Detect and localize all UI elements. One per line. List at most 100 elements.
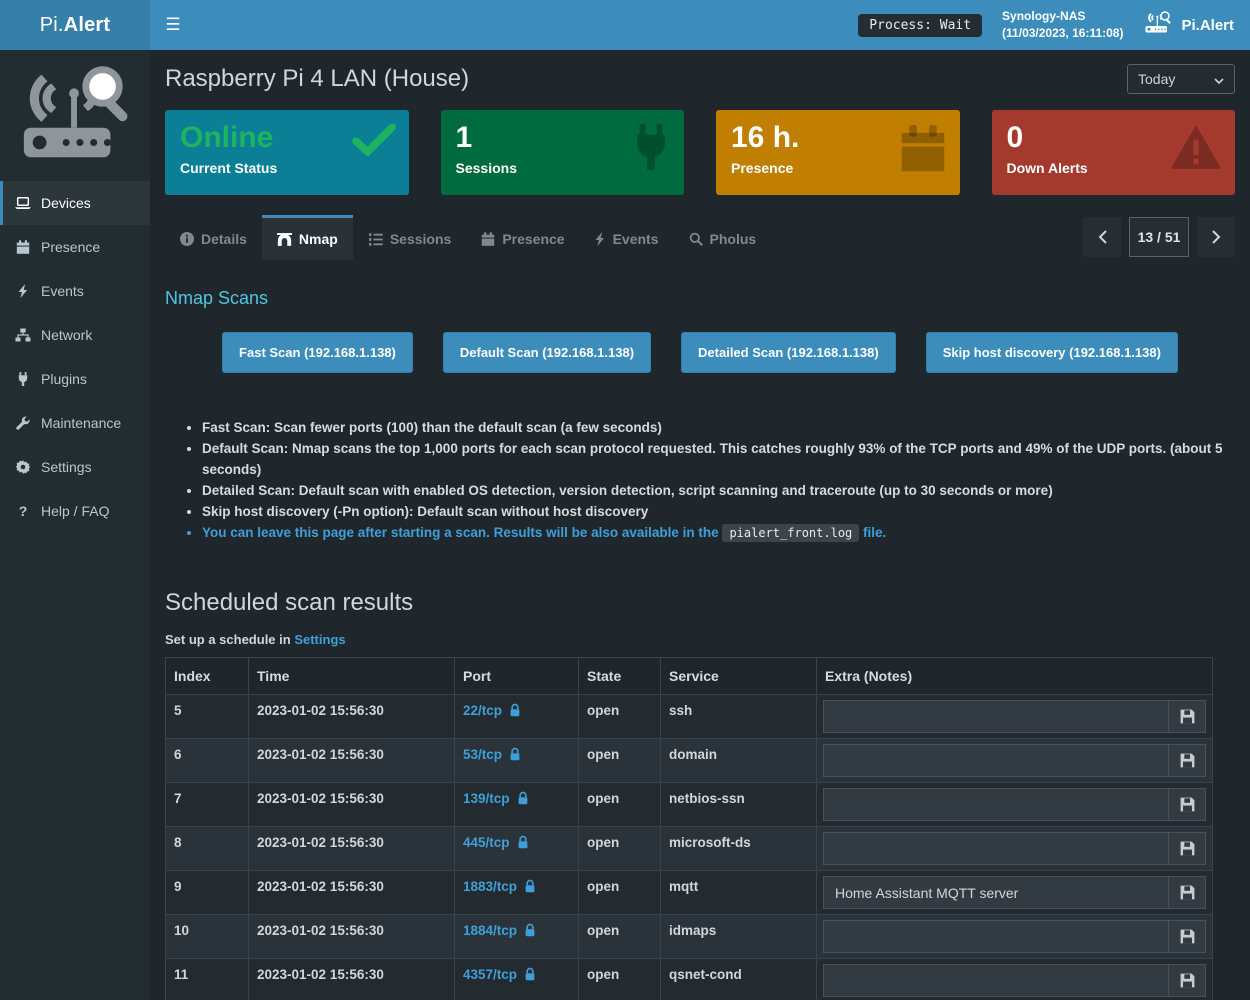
scan-results-table: IndexTimePortStateServiceExtra (Notes) 5… xyxy=(165,657,1213,1000)
schedule-subtext: Set up a schedule in Settings xyxy=(165,632,1235,647)
note-input-group xyxy=(823,876,1206,909)
note-input-group xyxy=(823,700,1206,733)
cell-index: 8 xyxy=(166,827,249,871)
scan-button-2[interactable]: Detailed Scan (192.168.1.138) xyxy=(681,332,896,373)
brand-prefix: Pi. xyxy=(40,14,64,37)
note-input[interactable] xyxy=(823,744,1168,777)
note-input-group xyxy=(823,920,1206,953)
status-card-down-alerts: 0Down Alerts xyxy=(992,110,1236,195)
cell-index: 10 xyxy=(166,915,249,959)
cell-port: 445/tcp xyxy=(455,827,579,871)
sidebar-item-label: Plugins xyxy=(41,371,87,387)
sidebar-item-events[interactable]: Events xyxy=(0,269,150,313)
scan-info-bullet: Default Scan: Nmap scans the top 1,000 p… xyxy=(202,438,1235,480)
note-input[interactable] xyxy=(823,700,1168,733)
warning-icon xyxy=(1170,124,1222,175)
info-icon xyxy=(180,232,194,246)
save-note-button[interactable] xyxy=(1168,744,1206,777)
period-select[interactable]: Today xyxy=(1127,64,1235,94)
scan-log-note: You can leave this page after starting a… xyxy=(202,522,1235,544)
cell-index: 11 xyxy=(166,959,249,1000)
note-input-group xyxy=(823,744,1206,777)
sidebar-toggle-button[interactable]: ☰ xyxy=(150,0,196,50)
sidebar-item-network[interactable]: Network xyxy=(0,313,150,357)
port-link[interactable]: 445/tcp xyxy=(463,835,510,850)
save-note-button[interactable] xyxy=(1168,876,1206,909)
cell-port: 1883/tcp xyxy=(455,871,579,915)
scheduled-results-heading: Scheduled scan results xyxy=(165,589,1235,617)
top-navbar: Pi.Alert ☰ Process: Wait Synology-NAS (1… xyxy=(0,0,1250,50)
save-note-button[interactable] xyxy=(1168,788,1206,821)
sidebar-item-label: Network xyxy=(41,327,92,343)
tab-sessions[interactable]: Sessions xyxy=(353,215,466,260)
table-row: 112023-01-02 15:56:304357/tcpopenqsnet-c… xyxy=(166,959,1213,1000)
note-input[interactable] xyxy=(823,964,1168,997)
cell-note xyxy=(817,959,1213,1000)
port-link[interactable]: 139/tcp xyxy=(463,791,510,806)
save-note-button[interactable] xyxy=(1168,964,1206,997)
brand-logo[interactable]: Pi.Alert xyxy=(0,0,150,50)
search-icon xyxy=(689,232,703,246)
sidebar-item-presence[interactable]: Presence xyxy=(0,225,150,269)
brand-bold: Alert xyxy=(64,14,111,37)
port-link[interactable]: 4357/tcp xyxy=(463,967,517,982)
tab-events[interactable]: Events xyxy=(580,215,674,260)
plug-icon xyxy=(631,124,671,175)
save-note-button[interactable] xyxy=(1168,700,1206,733)
tab-presence[interactable]: Presence xyxy=(466,215,579,260)
laptop-icon xyxy=(14,196,32,210)
next-device-button[interactable] xyxy=(1197,217,1235,257)
note-input[interactable] xyxy=(823,788,1168,821)
tab-label: Details xyxy=(201,231,247,247)
cell-state: open xyxy=(579,739,661,783)
cell-service: microsoft-ds xyxy=(661,827,817,871)
note-input[interactable] xyxy=(823,832,1168,865)
save-note-button[interactable] xyxy=(1168,920,1206,953)
tab-nmap[interactable]: Nmap xyxy=(262,215,353,260)
cell-service: domain xyxy=(661,739,817,783)
tab-label: Events xyxy=(613,231,659,247)
save-note-button[interactable] xyxy=(1168,832,1206,865)
cell-service: ssh xyxy=(661,695,817,739)
pialert-router-icon xyxy=(1143,10,1173,40)
table-row: 72023-01-02 15:56:30139/tcpopennetbios-s… xyxy=(166,783,1213,827)
port-link[interactable]: 53/tcp xyxy=(463,747,502,762)
tab-details[interactable]: Details xyxy=(165,215,262,260)
cell-port: 139/tcp xyxy=(455,783,579,827)
cell-time: 2023-01-02 15:56:30 xyxy=(249,739,455,783)
sidebar-item-settings[interactable]: Settings xyxy=(0,445,150,489)
cell-note xyxy=(817,695,1213,739)
note-input[interactable] xyxy=(823,920,1168,953)
cell-port: 53/tcp xyxy=(455,739,579,783)
wrench-icon xyxy=(14,416,32,430)
note-input[interactable] xyxy=(823,876,1168,909)
prev-device-button[interactable] xyxy=(1083,217,1121,257)
sidebar-item-maintenance[interactable]: Maintenance xyxy=(0,401,150,445)
scan-info-bullet: Fast Scan: Scan fewer ports (100) than t… xyxy=(202,417,1235,438)
scan-button-3[interactable]: Skip host discovery (192.168.1.138) xyxy=(926,332,1178,373)
sidebar-item-label: Presence xyxy=(41,239,100,255)
tab-label: Sessions xyxy=(390,231,451,247)
sidebar-item-devices[interactable]: Devices xyxy=(0,181,150,225)
cell-index: 9 xyxy=(166,871,249,915)
scan-button-1[interactable]: Default Scan (192.168.1.138) xyxy=(443,332,651,373)
tab-pholus[interactable]: Pholus xyxy=(674,215,772,260)
port-link[interactable]: 1884/tcp xyxy=(463,923,517,938)
list-ol-icon xyxy=(368,233,383,246)
lock-icon xyxy=(524,881,536,896)
scan-button-0[interactable]: Fast Scan (192.168.1.138) xyxy=(222,332,413,373)
cell-service: netbios-ssn xyxy=(661,783,817,827)
cell-index: 7 xyxy=(166,783,249,827)
cell-time: 2023-01-02 15:56:30 xyxy=(249,695,455,739)
column-header-port: Port xyxy=(455,658,579,695)
settings-link[interactable]: Settings xyxy=(294,632,345,647)
cell-state: open xyxy=(579,695,661,739)
port-link[interactable]: 1883/tcp xyxy=(463,879,517,894)
cell-state: open xyxy=(579,871,661,915)
scan-info-bullet: Detailed Scan: Default scan with enabled… xyxy=(202,480,1235,501)
sidebar: Devices Presence Events Network Plugins Maint… xyxy=(0,50,150,1000)
sidebar-item-plugins[interactable]: Plugins xyxy=(0,357,150,401)
app-name: Pi.Alert xyxy=(1181,17,1234,34)
sidebar-item-help-faq[interactable]: ?Help / FAQ xyxy=(0,489,150,533)
port-link[interactable]: 22/tcp xyxy=(463,703,502,718)
